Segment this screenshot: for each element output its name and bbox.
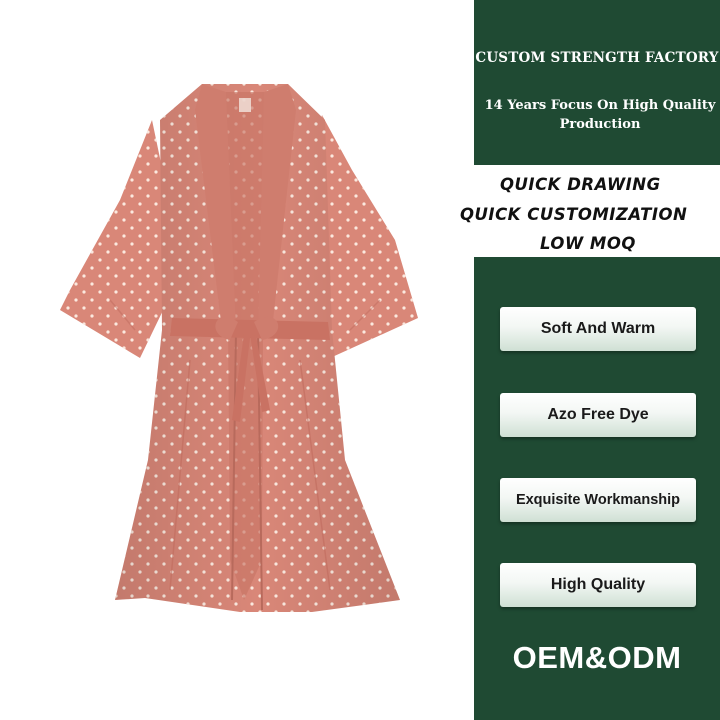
feature-line-quick-customization: QUICK CUSTOMIZATION [460,205,688,224]
info-panel: CUSTOM STRENGTH FACTORY 14 Years Focus O… [460,0,720,720]
header-band: CUSTOM STRENGTH FACTORY 14 Years Focus O… [474,0,720,165]
feature-line-low-moq: LOW MOQ [540,234,636,253]
features-band: QUICK DRAWING QUICK CUSTOMIZATION LOW MO… [460,165,720,257]
azo-free-dye-button[interactable]: Azo Free Dye [500,393,696,437]
factory-subtitle: 14 Years Focus On High Quality Productio… [484,98,716,132]
soft-and-warm-button[interactable]: Soft And Warm [500,307,696,351]
exquisite-workmanship-button[interactable]: Exquisite Workmanship [500,478,696,522]
product-photo [60,84,418,612]
factory-title: CUSTOM STRENGTH FACTORY [475,50,719,66]
feature-line-quick-drawing: QUICK DRAWING [500,175,661,194]
product-photo-area [0,0,474,720]
oem-odm-label: OEM&ODM [512,640,682,675]
high-quality-button[interactable]: High Quality [500,563,696,607]
